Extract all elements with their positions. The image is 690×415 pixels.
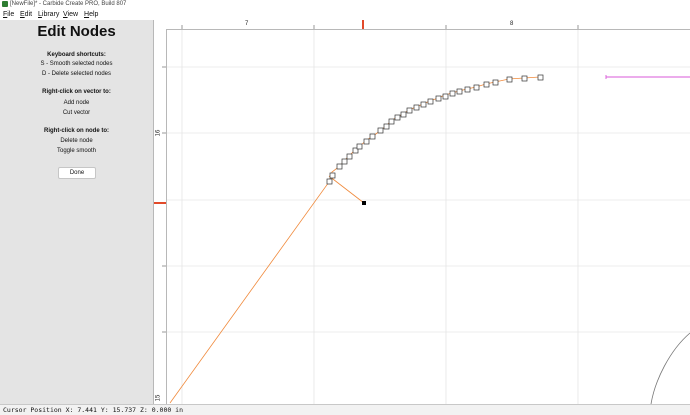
vertical-ruler: 16 15 (154, 29, 167, 404)
path-node (449, 90, 456, 97)
path-node (435, 95, 442, 102)
horizontal-ruler: 7 8 (154, 20, 690, 30)
path-node (483, 81, 490, 88)
ruler-label-x: 7 (245, 21, 249, 27)
path-node (341, 158, 348, 165)
ruler-label-y: 16 (155, 129, 162, 137)
path-nodes[interactable] (326, 74, 544, 185)
vertical-ruler-ticks (154, 66, 166, 333)
path-node (377, 127, 384, 134)
path-node (521, 75, 528, 82)
path-node (326, 178, 333, 185)
grid-lines (166, 30, 690, 404)
path-node (400, 111, 407, 118)
path-node (406, 107, 413, 114)
control-handle-line (328, 175, 365, 204)
path-node (346, 153, 353, 160)
cursor-x-marker (362, 20, 364, 29)
path-node (383, 123, 390, 130)
path-node (456, 88, 463, 95)
path-node (363, 138, 370, 145)
horizontal-ruler-ticks (181, 20, 579, 29)
path-node (388, 118, 395, 125)
control-handle-point[interactable] (362, 201, 366, 205)
path-node (394, 114, 401, 121)
circle-vector-arc[interactable] (650, 332, 690, 405)
path-node (473, 84, 480, 91)
path-node (537, 74, 544, 81)
path-node (506, 76, 513, 83)
path-node (329, 172, 336, 179)
cursor-y-marker (154, 202, 166, 204)
path-node (492, 79, 499, 86)
vector-path[interactable] (169, 76, 541, 404)
path-node (427, 98, 434, 105)
path-node (442, 93, 449, 100)
canvas-drawing[interactable] (0, 0, 690, 414)
path-node (369, 133, 376, 140)
ruler-label-x: 8 (510, 21, 514, 27)
path-node (413, 104, 420, 111)
path-node (464, 86, 471, 93)
path-node (336, 163, 343, 170)
cursor-position-readout: Cursor Position X: 7.441 Y: 15.737 Z: 0.… (3, 406, 184, 414)
path-node (356, 143, 363, 150)
path-node (420, 101, 427, 108)
status-bar: Cursor Position X: 7.441 Y: 15.737 Z: 0.… (0, 404, 690, 415)
ruler-label-y: 15 (155, 394, 162, 402)
